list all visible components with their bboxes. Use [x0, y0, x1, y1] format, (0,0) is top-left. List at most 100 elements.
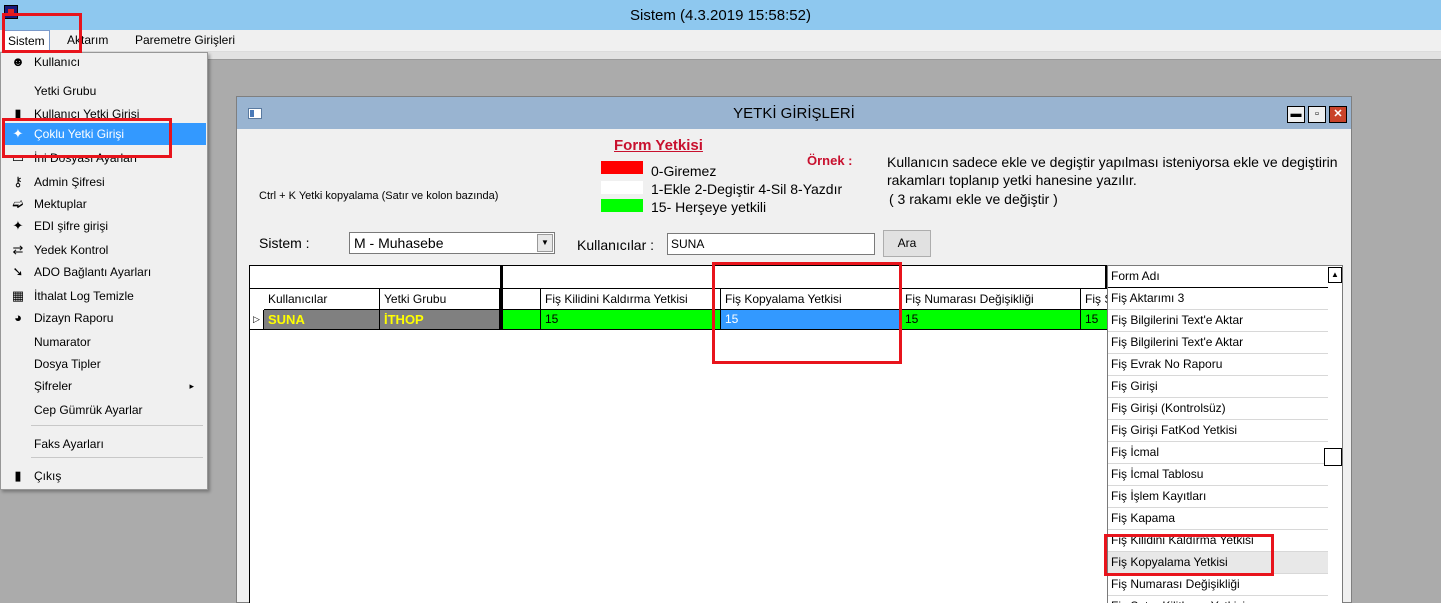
menu-sistem[interactable]: Sistem [3, 30, 50, 52]
cell-kopyalama[interactable]: 15 [721, 310, 901, 330]
form-list-item[interactable]: Fiş Evrak No Raporu [1108, 354, 1330, 376]
maximize-button[interactable]: ▫ [1308, 106, 1326, 123]
dd-item-label: Yetki Grubu [34, 84, 97, 98]
form-list-item[interactable]: Fiş İşlem Kayıtları [1108, 486, 1330, 508]
menu-aktarim[interactable]: Aktarım [63, 30, 112, 52]
form-list-item[interactable]: Fiş Girişi [1108, 376, 1330, 398]
backup-icon: ⇄ [12, 242, 24, 257]
form-list-item[interactable]: Fiş İcmal Tablosu [1108, 464, 1330, 486]
app-titlebar: Sistem (4.3.2019 15:58:52) [0, 0, 1441, 30]
dd-item-label: İthalat Log Temizle [34, 289, 134, 303]
dd-item-label: Şifreler [34, 379, 73, 393]
legend-swatch-red [601, 161, 643, 174]
keys-icon: ✦ [12, 126, 24, 141]
cell-yetki-grubu[interactable]: İTHOP [380, 310, 500, 330]
kullanicilar-input[interactable]: SUNA [667, 233, 875, 255]
minimize-button[interactable]: ▬ [1287, 106, 1305, 123]
yetki-grid[interactable]: Kullanıcılar Yetki Grubu Fiş Kilidini Ka… [249, 265, 1108, 603]
sistem-dropdown-menu: ☻ Kullanıcı Yetki Grubu ▮ Kullanıcı Yetki Gi… [0, 52, 208, 490]
dd-ithalat-log[interactable]: ▦ İthalat Log Temizle [2, 285, 206, 307]
col-header-kopyalama[interactable]: Fiş Kopyalama Yetkisi [721, 289, 901, 310]
file-icon: ▭ [11, 150, 25, 165]
dd-kullanici[interactable]: ☻ Kullanıcı [2, 51, 206, 73]
cell-numarasi[interactable]: 15 [901, 310, 1081, 330]
col-header-kilit-kaldirma[interactable]: Fiş Kilidini Kaldırma Yetkisi [541, 289, 721, 310]
listbox-header: Form Adı [1108, 266, 1330, 288]
dd-faks-ayarlari[interactable]: Faks Ayarları [2, 433, 206, 455]
grid-band-header [250, 265, 1108, 290]
dd-ado-baglanti[interactable]: ➘ ADO Bağlantı Ayarları [2, 261, 206, 283]
menu-paremetre[interactable]: Paremetre Girişleri [131, 30, 239, 52]
listbox-scrollbar[interactable]: ▲ [1324, 266, 1342, 603]
dd-item-label: Faks Ayarları [34, 437, 104, 451]
col-header-fis-s[interactable]: Fiş S [1081, 289, 1108, 310]
child-title: YETKİ GİRİŞLERİ [733, 105, 855, 122]
col-header-kullanicilar[interactable]: Kullanıcılar [264, 289, 380, 310]
dd-item-label: Çıkış [34, 469, 62, 483]
grid-band-divider [500, 266, 503, 290]
dd-cep-gumruk[interactable]: Cep Gümrük Ayarlar [2, 399, 206, 421]
dd-kullanici-yetki-girisi[interactable]: ▮ Kullanıcı Yetki Girişi [2, 103, 206, 125]
toolbar-strip [208, 52, 1441, 60]
dd-dizayn-raporu[interactable]: ◕ Dizayn Raporu [2, 307, 206, 329]
app-title: Sistem (4.3.2019 15:58:52) [630, 7, 811, 24]
cell-fis-s[interactable]: 15 [1081, 310, 1108, 330]
form-list-item[interactable]: Fiş Kapama [1108, 508, 1330, 530]
dd-item-label: Yedek Kontrol [34, 243, 109, 257]
form-list-item[interactable]: Fiş Girişi FatKod Yetkisi [1108, 420, 1330, 442]
form-list-item[interactable]: Fiş İcmal [1108, 442, 1330, 464]
chevron-down-icon[interactable]: ▼ [537, 234, 553, 252]
form-adi-listbox[interactable]: Form Adı Fiş Aktarımı 3 Fiş Bilgilerini T… [1107, 265, 1343, 603]
form-list-item[interactable]: Fiş Numarası Değişikliği [1108, 574, 1330, 596]
legend-label-giremez: 0-Giremez [651, 163, 717, 179]
close-button[interactable]: ✕ [1329, 106, 1347, 123]
dd-yedek-kontrol[interactable]: ⇄ Yedek Kontrol [2, 239, 206, 261]
dd-yetki-grubu[interactable]: Yetki Grubu [2, 80, 206, 102]
form-list-item[interactable]: Fiş Kopyalama Yetkisi [1108, 552, 1330, 574]
cell-kilit-kaldirma[interactable]: 15 [541, 310, 721, 330]
dd-sifreler[interactable]: Şifreler ▸ [2, 375, 206, 397]
log-icon: ▦ [11, 288, 25, 303]
legend-label-hersey: 15- Herşeye yetkili [651, 199, 767, 215]
sistem-combo[interactable]: M - Muhasebe ▼ [349, 232, 555, 254]
col-header-yetki-grubu[interactable]: Yetki Grubu [380, 289, 500, 310]
form-yetkisi-title: Form Yetkisi [614, 137, 703, 154]
keys-icon: ✦ [12, 218, 24, 233]
key-icon: ⚷ [13, 174, 23, 189]
yetki-girisleri-window: YETKİ GİRİŞLERİ ▬ ▫ ✕ Ctrl + K Yetki kop… [236, 96, 1352, 603]
dd-item-label: EDI şifre girişi [34, 219, 109, 233]
form-list-item[interactable]: Fiş Bilgilerini Text'e Aktar [1108, 310, 1330, 332]
dd-dosya-tipler[interactable]: Dosya Tipler [2, 353, 206, 375]
dd-mektuplar[interactable]: ➫ Mektuplar [2, 193, 206, 215]
dd-edi-sifre[interactable]: ✦ EDI şifre girişi [2, 215, 206, 237]
dd-numarator[interactable]: Numarator [2, 331, 206, 353]
col-header-numarasi[interactable]: Fiş Numarası Değişikliği [901, 289, 1081, 310]
form-list-item[interactable]: Fiş Kilidini Kaldırma Yetkisi [1108, 530, 1330, 552]
exit-door-icon: ▮ [14, 468, 22, 483]
dd-cikis[interactable]: ▮ Çıkış [2, 465, 206, 487]
form-list-item[interactable]: Fiş Aktarımı 3 [1108, 288, 1330, 310]
cell-kullanici[interactable]: SUNA [264, 310, 380, 330]
form-list-item[interactable]: Fiş Bilgilerini Text'e Aktar [1108, 332, 1330, 354]
form-list-item[interactable]: Fiş Girişi (Kontrolsüz) [1108, 398, 1330, 420]
kullanicilar-label: Kullanıcılar : [577, 237, 655, 253]
dd-item-label: Dizayn Raporu [34, 311, 114, 325]
dd-item-label: Çoklu Yetki Girişi [34, 127, 125, 141]
letter-arrow-icon: ➫ [12, 196, 24, 211]
dd-item-label: Numarator [34, 335, 91, 349]
dd-item-label: Mektuplar [34, 197, 87, 211]
scroll-thumb[interactable] [1324, 448, 1342, 466]
legend-swatch-white [601, 181, 643, 194]
dd-item-label: ADO Bağlantı Ayarları [34, 265, 152, 279]
row-indicator-icon[interactable]: ▷ [250, 310, 264, 330]
dd-ini-dosyasi[interactable]: ▭ İni Dosyası Ayarları [2, 147, 206, 169]
scroll-up-icon[interactable]: ▲ [1328, 267, 1342, 283]
dd-coklu-yetki-girisi[interactable]: ✦ Çoklu Yetki Girişi [2, 123, 206, 145]
form-list-item[interactable]: Fiş Satırı Kilitleme Yetkisi [1108, 596, 1330, 603]
cell-spacer [500, 310, 541, 330]
dd-admin-sifresi[interactable]: ⚷ Admin Şifresi [2, 171, 206, 193]
ara-button[interactable]: Ara [883, 230, 931, 257]
col-header-spacer [500, 289, 541, 310]
report-icon: ◕ [14, 310, 22, 325]
dd-item-label: Cep Gümrük Ayarlar [34, 403, 143, 417]
